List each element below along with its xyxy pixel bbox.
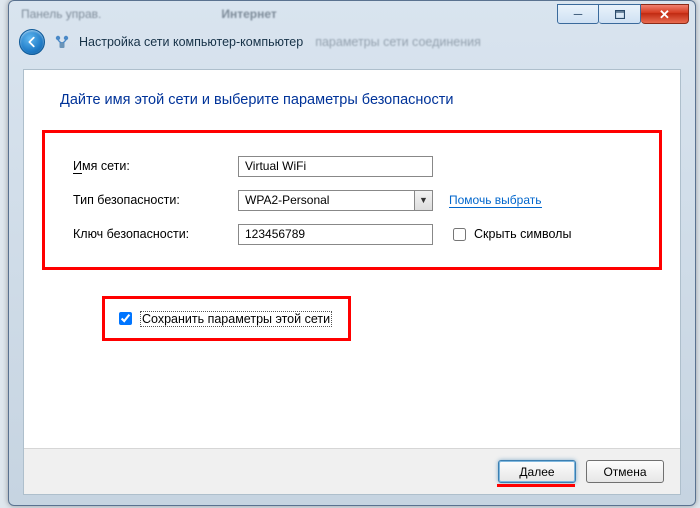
hide-chars-label: Скрыть символы (474, 227, 571, 241)
next-button[interactable]: Далее (498, 460, 576, 483)
label-network-name: Имя сети: (73, 159, 238, 173)
wizard-title: Настройка сети компьютер-компьютер (79, 35, 303, 49)
save-params-checkbox[interactable] (119, 312, 132, 325)
wizard-window: Панель управ. Интернет ─ ✕ Настройка сет… (8, 0, 696, 506)
form-highlight-box: Имя сети: Тип безопасности: ▼ Помочь выб… (42, 130, 662, 270)
network-name-input[interactable] (238, 156, 433, 177)
titlebar-ghost-mid: Интернет (221, 7, 276, 21)
security-type-select[interactable]: ▼ (238, 190, 433, 211)
label-security-key: Ключ безопасности: (73, 227, 238, 241)
chevron-down-icon[interactable]: ▼ (414, 191, 432, 210)
window-controls: ─ ✕ (557, 4, 689, 24)
wizard-icon (53, 33, 71, 51)
navbar: Настройка сети компьютер-компьютер парам… (9, 27, 695, 57)
hide-chars-checkbox[interactable] (453, 228, 466, 241)
page-heading: Дайте имя этой сети и выберите параметры… (60, 92, 680, 108)
footer: Далее Отмена (24, 448, 680, 494)
wizard-title-ghost: параметры сети соединения (315, 35, 481, 49)
row-security-key: Ключ безопасности: Скрыть символы (73, 217, 639, 251)
minimize-button[interactable]: ─ (557, 4, 599, 24)
back-button[interactable] (19, 29, 45, 55)
label-security-type: Тип безопасности: (73, 193, 238, 207)
next-button-underline-annotation (497, 484, 575, 487)
close-button[interactable]: ✕ (641, 4, 689, 24)
cancel-button[interactable]: Отмена (586, 460, 664, 483)
save-params-highlight-box: Сохранить параметры этой сети (102, 296, 351, 341)
row-network-name: Имя сети: (73, 149, 639, 183)
security-key-input[interactable] (238, 224, 433, 245)
titlebar-ghost-left: Панель управ. (21, 7, 101, 21)
row-security-type: Тип безопасности: ▼ Помочь выбрать (73, 183, 639, 217)
save-params-label: Сохранить параметры этой сети (140, 311, 332, 327)
maximize-button[interactable] (599, 4, 641, 24)
help-choose-link[interactable]: Помочь выбрать (449, 193, 542, 208)
titlebar[interactable]: Панель управ. Интернет ─ ✕ (9, 1, 695, 27)
client-area: Дайте имя этой сети и выберите параметры… (23, 69, 681, 495)
security-type-value[interactable] (238, 190, 433, 211)
